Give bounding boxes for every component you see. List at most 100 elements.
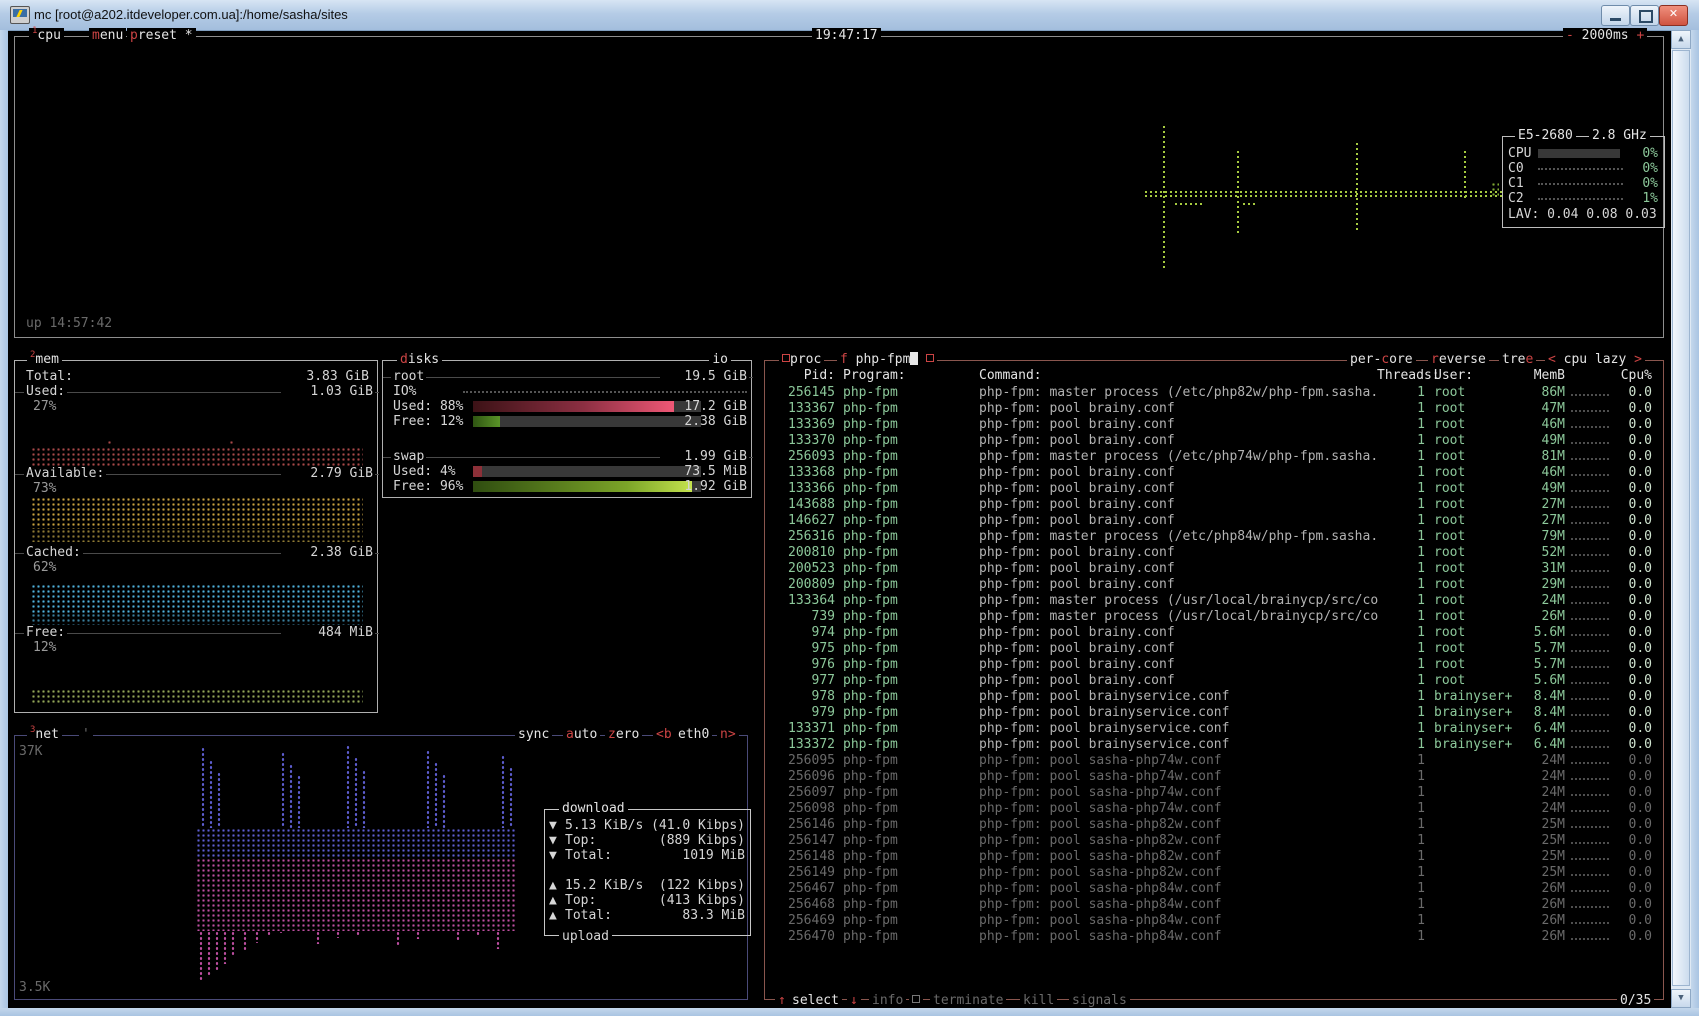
process-row[interactable]: 133371php-fpmphp-fpm: pool brainyservice… [767,721,1657,737]
net-auto-toggle[interactable]: auto [563,727,600,742]
disks-io-corner-label: io [709,352,731,367]
mem-free-graph [31,689,363,703]
process-row[interactable]: 256148php-fpmphp-fpm: pool sasha-php82w.… [767,849,1657,865]
upload-top-icon: ▲ [549,893,557,908]
core-label: C2 [1508,191,1524,206]
process-row[interactable]: 256469php-fpmphp-fpm: pool sasha-php84w.… [767,913,1657,929]
mem-available-pct: 73% [33,481,56,496]
select-up-icon[interactable]: ↑ [775,993,789,1008]
proc-filter[interactable]: f php-fpm [837,352,937,367]
process-row[interactable]: 976php-fpmphp-fpm: pool brainy.conf1root… [767,657,1657,673]
process-row[interactable]: 133367php-fpmphp-fpm: pool brainy.conf1r… [767,401,1657,417]
process-row[interactable]: 200523php-fpmphp-fpm: pool brainy.conf1r… [767,561,1657,577]
process-row[interactable]: 256098php-fpmphp-fpm: pool sasha-php74w.… [767,801,1657,817]
download-total-icon: ▼ [549,848,557,863]
upload-top-label: Top: [565,893,596,908]
scrollbar[interactable]: ▲ ▼ [1671,30,1691,1008]
core2-value: 1% [1642,191,1658,206]
scrollbar-thumb[interactable] [1672,50,1690,986]
mem-used-peak-dot [229,440,234,445]
net-sync-toggle[interactable]: sync [515,727,552,742]
process-row[interactable]: 256468php-fpmphp-fpm: pool sasha-php84w.… [767,897,1657,913]
proc-reverse-toggle[interactable]: reverse [1428,352,1489,367]
mem-free-row: Free: 484 MiB [15,625,379,640]
core1-sparkline [1538,183,1623,185]
scrollbar-up-icon[interactable]: ▲ [1671,30,1691,49]
process-row[interactable]: 739php-fpmphp-fpm: master process (/usr/… [767,609,1657,625]
disk-swap-free-label: Free: 96% [393,479,463,494]
rate-minus-button[interactable]: - [1566,28,1574,43]
select-down-icon[interactable]: ↓ [847,993,861,1008]
process-row[interactable]: 146627php-fpmphp-fpm: pool brainy.conf1r… [767,513,1657,529]
tab-mem[interactable]: 2mem [27,352,62,367]
process-row[interactable]: 256146php-fpmphp-fpm: pool sasha-php82w.… [767,817,1657,833]
process-row[interactable]: 133370php-fpmphp-fpm: pool brainy.conf1r… [767,433,1657,449]
process-row[interactable]: 256147php-fpmphp-fpm: pool sasha-php82w.… [767,833,1657,849]
tab-proc[interactable]: proc [779,352,824,367]
net-panel: 3net ' sync auto zero <b eth0 n> 37K 3.5… [14,735,748,1000]
upload-rate-bits: (122 Kibps) [659,878,745,893]
disk-io-sparkline [463,391,747,393]
cpu-total-label: CPU [1508,146,1531,161]
scrollbar-down-icon[interactable]: ▼ [1671,989,1691,1008]
process-row[interactable]: 979php-fpmphp-fpm: pool brainyservice.co… [767,705,1657,721]
net-zero-toggle[interactable]: zero [605,727,642,742]
proc-sort-control[interactable]: < cpu lazy > [1545,352,1645,367]
download-rate: 5.13 KiB/s [565,818,643,833]
upload-total-label: Total: [565,908,612,923]
disk-root-row: root 19.5 GiB [383,369,753,384]
process-row[interactable]: 256145php-fpmphp-fpm: master process (/e… [767,385,1657,401]
process-row[interactable]: 977php-fpmphp-fpm: pool brainy.conf1root… [767,673,1657,689]
cpu-graph-dots [1491,182,1499,196]
info-action[interactable]: info [869,993,906,1008]
window-title: mc [root@a202.itdeveloper.com.ua]:/home/… [34,7,348,22]
process-row[interactable]: 256097php-fpmphp-fpm: pool sasha-php74w.… [767,785,1657,801]
tab-disks[interactable]: disks [397,352,442,367]
sort-prev-icon: < [1548,352,1556,367]
net-next-interface-button[interactable]: n> [717,727,739,742]
menu-button[interactable]: menu [89,28,126,43]
refresh-rate: 2000ms [1582,28,1629,43]
mem-cached-graph [31,584,363,613]
disk-root-used-value: 17.2 GiB [663,399,747,414]
minimize-button[interactable] [1601,5,1630,26]
process-row[interactable]: 133369php-fpmphp-fpm: pool brainy.conf1r… [767,417,1657,433]
process-row[interactable]: 978php-fpmphp-fpm: pool brainyservice.co… [767,689,1657,705]
process-row[interactable]: 975php-fpmphp-fpm: pool brainy.conf1root… [767,641,1657,657]
process-row[interactable]: 256316php-fpmphp-fpm: master process (/e… [767,529,1657,545]
select-action[interactable]: select [789,993,842,1008]
uptime: up 14:57:42 [26,316,112,331]
process-row[interactable]: 256149php-fpmphp-fpm: pool sasha-php82w.… [767,865,1657,881]
terminate-action[interactable]: terminate [930,993,1006,1008]
proc-percore-toggle[interactable]: per-core [1347,352,1416,367]
cpu-model: E5-2680 [1515,128,1576,143]
core2-sparkline [1538,198,1623,200]
rate-plus-button[interactable]: + [1636,28,1644,43]
process-row[interactable]: 200810php-fpmphp-fpm: pool brainy.conf1r… [767,545,1657,561]
close-button[interactable]: ✕ [1659,5,1688,26]
process-row[interactable]: 256470php-fpmphp-fpm: pool sasha-php84w.… [767,929,1657,945]
process-row[interactable]: 256095php-fpmphp-fpm: pool sasha-php74w.… [767,753,1657,769]
proc-tree-toggle[interactable]: tree [1499,352,1536,367]
kill-action[interactable]: kill [1020,993,1057,1008]
net-prev-interface-button[interactable]: <b [653,727,675,742]
process-row[interactable]: 974php-fpmphp-fpm: pool brainy.conf1root… [767,625,1657,641]
process-row[interactable]: 143688php-fpmphp-fpm: pool brainy.conf1r… [767,497,1657,513]
selection-count: 0/35 [1617,993,1654,1008]
upload-total-icon: ▲ [549,908,557,923]
preset-button[interactable]: preset * [127,28,196,43]
maximize-button[interactable] [1630,5,1659,26]
tab-net[interactable]: 3net [27,727,62,742]
process-row[interactable]: 200809php-fpmphp-fpm: pool brainy.conf1r… [767,577,1657,593]
net-scale-top: 37K [19,744,42,759]
process-row[interactable]: 133368php-fpmphp-fpm: pool brainy.conf1r… [767,465,1657,481]
process-row[interactable]: 256096php-fpmphp-fpm: pool sasha-php74w.… [767,769,1657,785]
process-row[interactable]: 133364php-fpmphp-fpm: master process (/u… [767,593,1657,609]
process-row[interactable]: 256093php-fpmphp-fpm: master process (/e… [767,449,1657,465]
signals-action[interactable]: signals [1069,993,1130,1008]
tab-cpu[interactable]: 1cpu [29,28,64,43]
process-row[interactable]: 133366php-fpmphp-fpm: pool brainy.conf1r… [767,481,1657,497]
process-row[interactable]: 256467php-fpmphp-fpm: pool sasha-php84w.… [767,881,1657,897]
process-row[interactable]: 133372php-fpmphp-fpm: pool brainyservice… [767,737,1657,753]
mem-used-graph [31,447,363,466]
